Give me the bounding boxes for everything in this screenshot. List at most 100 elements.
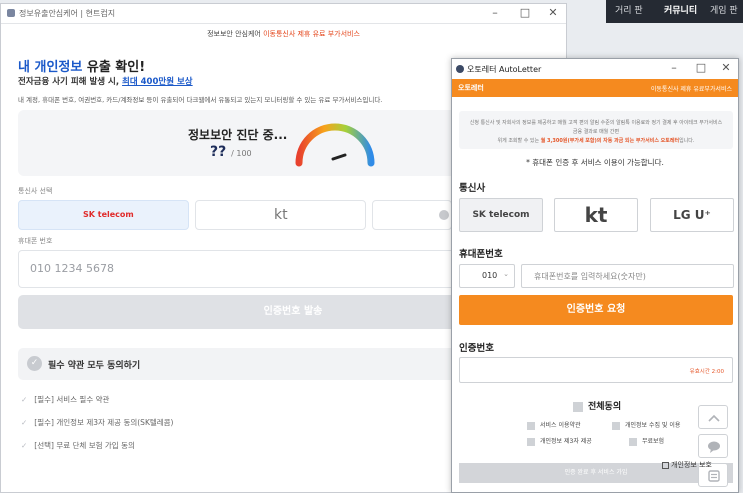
verification-code-input[interactable]: 유효시간 2:00 (459, 357, 733, 383)
notice-line-2: 위게 조회할 수 있는 월 3,300원(부가세 포함)의 자동 과금 되는 부… (467, 137, 725, 146)
carrier-lgu-button[interactable]: LG U⁺ (650, 198, 734, 232)
nav-item[interactable]: 게임 판 (710, 3, 738, 16)
notice-suffix: 입니다. (679, 138, 695, 144)
chevron-up-icon (708, 414, 720, 422)
check-icon: ✓ (21, 441, 28, 450)
subbar-prefix: 정보보안 안심케어 (207, 30, 261, 38)
service-notice: 신청 통신사 및 자회사의 정보를 제공하고 매월 고객 편의 알림 수준의 알… (459, 111, 733, 149)
code-section-title: 인증번호 (459, 343, 494, 354)
checkbox-icon (612, 421, 620, 430)
term-label: [필수] 개인정보 제3자 제공 동의(SK텔레콤) (34, 418, 174, 427)
term-item[interactable]: ✓ [필수] 개인정보 제3자 제공 동의(SK텔레콤) (21, 417, 174, 428)
bottom-checkbox[interactable]: 개인정보 보호 (662, 460, 712, 470)
agreement-checkbox[interactable]: 개인정보 수집 및 이용 (612, 420, 680, 430)
autoletter-logo-icon (456, 65, 464, 73)
maximize-icon[interactable]: □ (693, 61, 709, 74)
code-timer: 유효시간 2:00 (689, 369, 724, 375)
diagnosis-score-value: ?? (210, 144, 227, 160)
checkbox-icon (527, 437, 535, 446)
agreement-checkbox[interactable]: 서비스 이용약관 (527, 420, 581, 430)
minimize-icon[interactable]: – (666, 61, 682, 74)
notice-line-1: 신청 통신사 및 자회사의 정보를 제공하고 매월 고객 편의 알림 수준의 알… (469, 120, 723, 135)
lg-logo-icon (439, 210, 449, 220)
maximize-icon[interactable]: □ (517, 6, 533, 19)
checkbox-icon (573, 401, 583, 412)
page-title: 내 개인정보 유출 확인! (18, 56, 145, 75)
nav-item-active[interactable]: 커뮤니티 (664, 3, 697, 16)
sk-logo: SK telecom (83, 210, 134, 219)
carrier-label: 통신사 선택 (18, 187, 53, 195)
agreement-label: 개인정보 제3자 제공 (540, 438, 592, 445)
close-icon[interactable]: ✕ (718, 61, 734, 74)
list-icon (708, 470, 720, 482)
term-item[interactable]: ✓ [필수] 서비스 필수 약관 (21, 394, 109, 405)
agree-all-label: 필수 약관 모두 동의하기 (48, 361, 141, 371)
phone-number-input[interactable]: 휴대폰번호를 입력하세요(숫자만) (521, 264, 734, 288)
autoletter-window: 오토레터 AutoLetter – □ ✕ 오토레터 이동통신사 제휴 유료부가… (451, 58, 739, 493)
carrier-kt-button[interactable]: kt (195, 200, 366, 230)
bg-titlebar: 정보유출안심케어 | 현트컴지 – □ ✕ (1, 4, 566, 24)
agreement-label: 무료보험 (642, 438, 665, 445)
subbar-highlight: 이동통신사 제휴 유료 부가서비스 (263, 30, 360, 38)
fg-window-title: 오토레터 AutoLetter (467, 65, 542, 74)
phone-label: 휴대폰 번호 (18, 237, 53, 245)
bg-subbar: 정보보안 안심케어 이동통신사 제휴 유료 부가서비스 (1, 25, 566, 43)
nav-item[interactable]: 거리 판 (615, 3, 643, 16)
chat-button[interactable] (698, 434, 728, 458)
brand-bar: 오토레터 이동통신사 제휴 유료부가서비스 (452, 79, 738, 97)
notice-prefix: 위게 조회할 수 있는 (497, 138, 541, 144)
compensation-link[interactable]: 최대 400만원 보상 (122, 77, 193, 87)
brand-name: 오토레터 (458, 84, 484, 92)
checkbox-icon (629, 437, 637, 446)
fg-titlebar: 오토레터 AutoLetter – □ ✕ (452, 59, 738, 79)
service-description: 내 계정, 휴대폰 번호, 여권번호, 카드/계좌정보 등이 유출되어 다크웹에… (18, 96, 383, 104)
diagnosis-score: ?? / 100 (210, 144, 252, 160)
agree-all-label: 전체동의 (588, 402, 622, 412)
phone-prefix-value: 010 (482, 271, 498, 280)
notice-highlight: 월 3,300원(부가세 포함)의 자동 과금 되는 부가서비스 오토레터 (540, 138, 680, 144)
checkbox-icon (662, 461, 669, 469)
sk-logo: SK telecom (472, 210, 530, 220)
minimize-icon[interactable]: – (487, 6, 503, 19)
page-title-blue: 내 개인정보 (18, 60, 83, 75)
agreement-label: 개인정보 수집 및 이용 (625, 422, 681, 429)
check-circle-icon[interactable]: ✓ (27, 356, 42, 371)
kt-logo: kt (584, 203, 608, 227)
agreement-checkbox[interactable]: 개인정보 제3자 제공 (527, 436, 592, 446)
app-logo-icon (7, 9, 15, 17)
bg-window-title: 정보유출안심케어 | 현트컴지 (19, 9, 116, 18)
agreement-checkbox[interactable]: 무료보험 (629, 436, 664, 446)
phone-prefix-select[interactable]: 010 ⌄ (459, 264, 515, 288)
chevron-down-icon: ⌄ (503, 270, 509, 278)
check-icon: ✓ (21, 395, 28, 404)
phone-section-title: 휴대폰번호 (459, 249, 503, 260)
diagnosis-score-max: / 100 (231, 149, 252, 158)
brand-tagline: 이동통신사 제휴 유료부가서비스 (650, 86, 732, 93)
carrier-lg-button[interactable] (372, 200, 452, 230)
agree-all-checkbox[interactable]: 전체동의 (573, 399, 621, 412)
checkbox-icon (527, 421, 535, 430)
chat-icon (708, 441, 720, 453)
term-label: [필수] 서비스 필수 약관 (34, 395, 110, 404)
term-item[interactable]: ✓ [선택] 무료 단체 보험 가입 동의 (21, 440, 135, 451)
check-icon: ✓ (21, 418, 28, 427)
gauge-icon (295, 123, 375, 167)
agreement-label: 서비스 이용약관 (540, 422, 581, 429)
diagnosis-title: 정보보안 진단 중... (188, 128, 288, 142)
term-label: [선택] 무료 단체 보험 가입 동의 (34, 441, 135, 450)
lgu-logo: LG U⁺ (673, 208, 711, 222)
carrier-sk-button[interactable]: SK telecom (459, 198, 543, 232)
service-note: * 휴대폰 인증 후 서비스 이용이 가능합니다. (526, 158, 664, 167)
close-icon[interactable]: ✕ (545, 6, 561, 19)
carrier-kt-button[interactable]: kt (554, 198, 638, 232)
request-code-button[interactable]: 인증번호 요청 (459, 295, 733, 325)
page-title-rest: 유출 확인! (82, 60, 146, 75)
bottom-check-label: 개인정보 보호 (671, 461, 712, 469)
carrier-sk-button[interactable]: SK telecom (18, 200, 189, 230)
carrier-section-title: 통신사 (459, 183, 486, 194)
scroll-top-button[interactable] (698, 405, 728, 429)
sub-heading-prefix: 전자금융 사기 피해 발생 시, (18, 77, 123, 87)
site-nav-strip: 거리 판 커뮤니티 게임 판 (606, 0, 743, 23)
kt-logo: kt (274, 207, 288, 223)
sub-heading: 전자금융 사기 피해 발생 시, 최대 400만원 보상 (18, 75, 193, 87)
